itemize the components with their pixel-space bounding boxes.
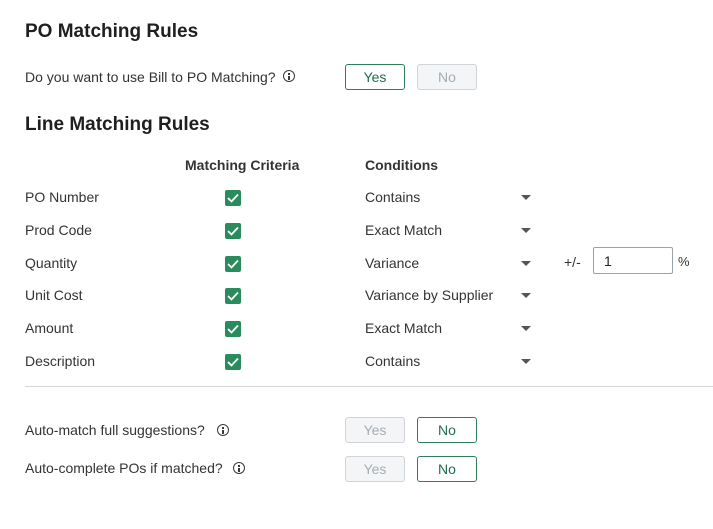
auto-complete-yes-button[interactable]: Yes <box>345 456 405 482</box>
auto-match-yes-button[interactable]: Yes <box>345 417 405 443</box>
chevron-down-icon[interactable] <box>521 326 531 331</box>
auto-match-question: Auto-match full suggestions? <box>25 422 205 438</box>
variance-prefix: +/- <box>564 254 581 270</box>
unit-cost-checkbox[interactable] <box>225 288 241 304</box>
row-label-description: Description <box>25 353 96 369</box>
bill-to-po-no-button[interactable]: No <box>417 64 477 90</box>
variance-suffix: % <box>678 254 690 269</box>
chevron-down-icon[interactable] <box>521 261 531 266</box>
po-number-checkbox[interactable] <box>225 190 241 206</box>
po-matching-title: PO Matching Rules <box>25 21 199 42</box>
unit-cost-condition-select[interactable]: Variance by Supplier <box>365 287 493 303</box>
prod-code-condition-select[interactable]: Exact Match <box>365 222 442 238</box>
conditions-header: Conditions <box>365 157 439 173</box>
row-label-quantity: Quantity <box>25 255 78 271</box>
amount-checkbox[interactable] <box>225 321 241 337</box>
bill-to-po-yes-button[interactable]: Yes <box>345 64 405 90</box>
row-label-amount: Amount <box>25 320 74 336</box>
row-label-po-number: PO Number <box>25 189 99 205</box>
chevron-down-icon[interactable] <box>521 195 531 200</box>
info-icon[interactable] <box>283 70 295 82</box>
info-icon[interactable] <box>233 462 245 474</box>
chevron-down-icon[interactable] <box>521 228 531 233</box>
info-icon[interactable] <box>217 424 229 436</box>
auto-match-no-button[interactable]: No <box>417 417 477 443</box>
section-divider <box>25 386 713 387</box>
chevron-down-icon[interactable] <box>521 293 531 298</box>
description-condition-select[interactable]: Contains <box>365 353 420 369</box>
chevron-down-icon[interactable] <box>521 359 531 364</box>
auto-complete-no-button[interactable]: No <box>417 456 477 482</box>
quantity-condition-select[interactable]: Variance <box>365 255 419 271</box>
amount-condition-select[interactable]: Exact Match <box>365 320 442 336</box>
line-matching-title: Line Matching Rules <box>25 114 210 135</box>
description-checkbox[interactable] <box>225 354 241 370</box>
prod-code-checkbox[interactable] <box>225 223 241 239</box>
quantity-checkbox[interactable] <box>225 256 241 272</box>
matching-criteria-header: Matching Criteria <box>185 157 300 173</box>
row-label-prod-code: Prod Code <box>25 222 92 238</box>
variance-input[interactable] <box>593 247 673 274</box>
po-number-condition-select[interactable]: Contains <box>365 189 420 205</box>
bill-to-po-question: Do you want to use Bill to PO Matching? <box>25 69 276 85</box>
auto-complete-question: Auto-complete POs if matched? <box>25 460 223 476</box>
row-label-unit-cost: Unit Cost <box>25 287 83 303</box>
